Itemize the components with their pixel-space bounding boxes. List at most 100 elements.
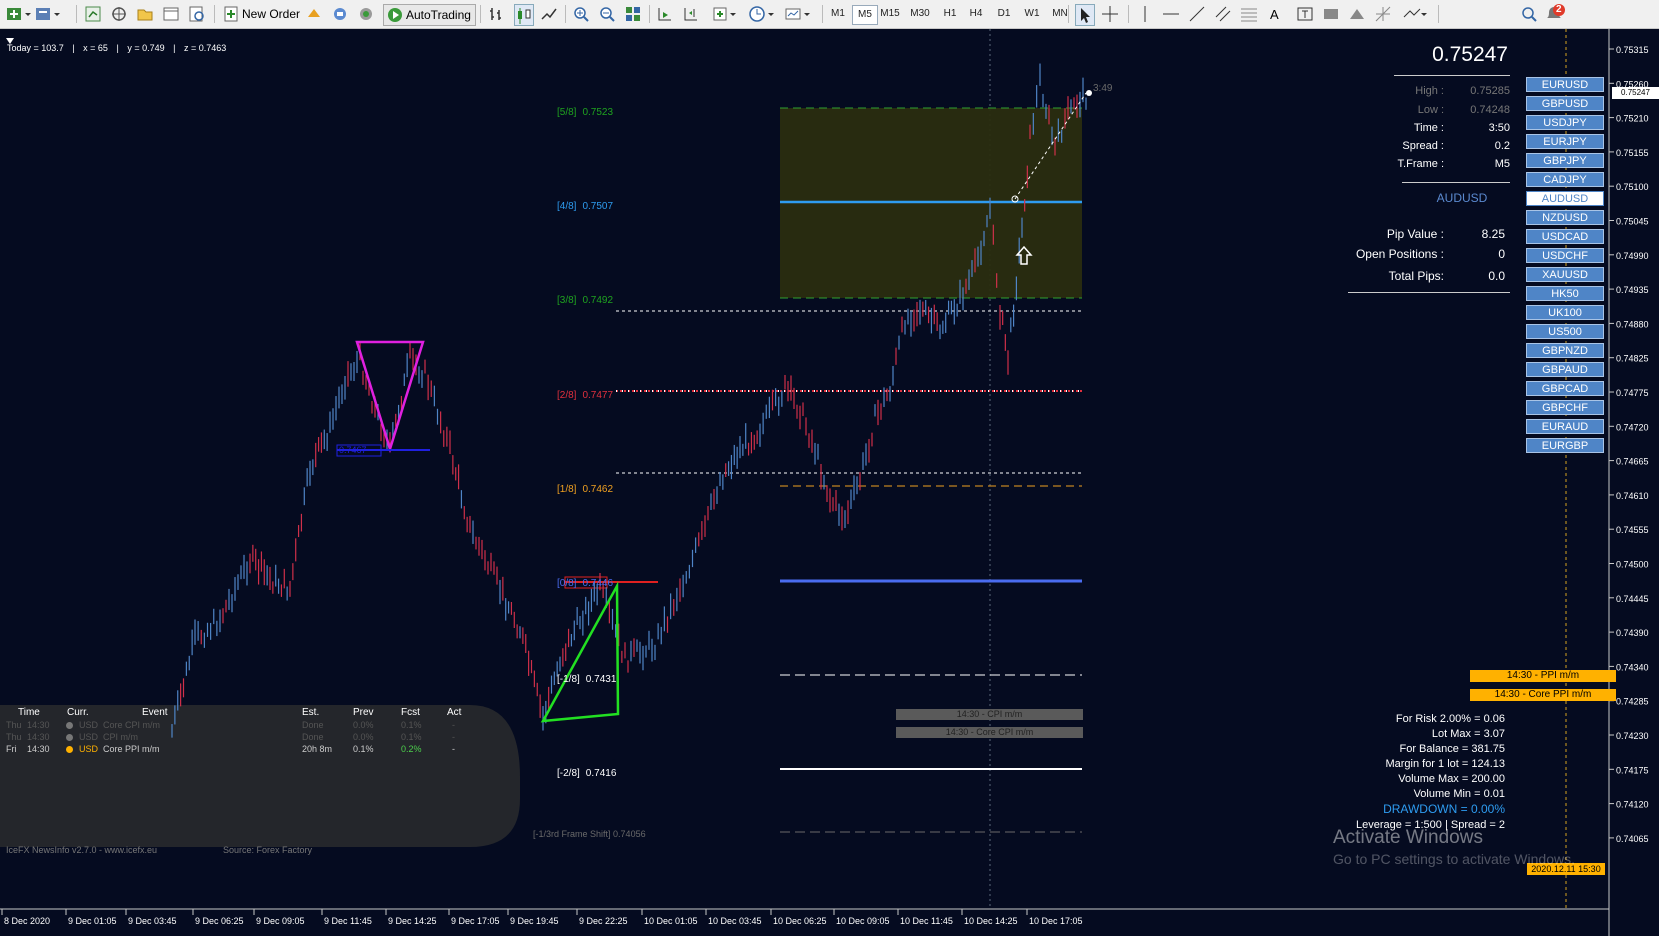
spread-value: 0.2 — [1494, 140, 1510, 152]
chart-window[interactable]: 0.75315 0.75260 0.75210 0.75155 0.75100 0.750… — [0, 29, 1659, 936]
data-window-icon[interactable] — [110, 4, 128, 24]
symbol-button-eurjpy[interactable]: EURJPY — [1526, 134, 1604, 149]
price-tick-label: 0.74825 — [1616, 354, 1649, 364]
channel-tool-icon[interactable] — [1214, 4, 1232, 24]
market-watch-icon[interactable] — [84, 4, 102, 24]
crosshair-z: z = 0.7463 — [183, 43, 227, 53]
bar-chart-icon[interactable] — [488, 4, 506, 24]
pitchfork-tool-icon[interactable] — [1374, 4, 1392, 24]
shapes-tool-icon[interactable] — [1322, 4, 1340, 24]
line-chart-icon[interactable] — [540, 4, 558, 24]
murrey-level-label: [3/8] — [557, 295, 577, 306]
tile-windows-icon[interactable] — [624, 4, 642, 24]
time-tick-label: 9 Dec 19:45 — [510, 916, 559, 926]
horizontal-line-tool-icon[interactable] — [1162, 4, 1180, 24]
symbol-button-gbpaud[interactable]: GBPAUD — [1526, 362, 1604, 377]
signals-icon[interactable] — [331, 4, 349, 24]
fibonacci-tool-icon[interactable] — [1240, 4, 1258, 24]
new-order-icon — [224, 6, 238, 22]
symbol-button-cadjpy[interactable]: CADJPY — [1526, 172, 1604, 187]
news-header-1: Curr. — [67, 707, 89, 718]
low-label: Low : — [1417, 104, 1444, 116]
symbol-button-gbpjpy[interactable]: GBPJPY — [1526, 153, 1604, 168]
murrey-level-value: 0.7431 — [585, 674, 617, 685]
new-chart-icon[interactable] — [6, 4, 32, 24]
news-header-2: Event — [142, 707, 168, 718]
symbol-button-usdjpy[interactable]: USDJPY — [1526, 115, 1604, 130]
crosshair-tool-icon[interactable] — [1101, 4, 1119, 24]
news-row-day: Fri — [6, 744, 17, 754]
timeframe-h4-button[interactable]: H4 — [964, 5, 988, 23]
zoom-out-icon[interactable] — [598, 4, 616, 24]
templates-icon[interactable] — [784, 4, 814, 24]
market-icon[interactable] — [357, 4, 375, 24]
time-tick-label: 10 Dec 03:45 — [708, 916, 762, 926]
candlestick-chart-icon[interactable] — [514, 4, 534, 26]
pattern-level-label: 0.7467 — [339, 445, 367, 455]
timeframe-d1-button[interactable]: D1 — [992, 5, 1016, 23]
new-order-button[interactable]: New Order — [222, 4, 300, 24]
news-row-time: 14:30 — [27, 744, 50, 754]
terminal-icon[interactable] — [162, 4, 180, 24]
pip-value-label: Pip Value : — [1386, 227, 1444, 241]
timeframe-w1-button[interactable]: W1 — [1020, 5, 1044, 23]
murrey-level-label: [-2/8] — [557, 768, 580, 779]
symbol-button-usdchf[interactable]: USDCHF — [1526, 248, 1604, 263]
text-tool-icon[interactable]: A — [1270, 4, 1279, 24]
symbol-button-eurusd[interactable]: EURUSD — [1526, 77, 1604, 92]
murrey-level-2: [3/8] 0.7492 — [557, 295, 613, 306]
periods-icon[interactable] — [748, 4, 778, 24]
time-tick-label: 10 Dec 17:05 — [1029, 916, 1083, 926]
symbol-button-euraud[interactable]: EURAUD — [1526, 419, 1604, 434]
crosshair-info: Today = 103.7 | x = 65 | y = 0.749 | z =… — [7, 43, 227, 53]
murrey-level-value: 0.7462 — [582, 484, 614, 495]
chart-shift-icon[interactable] — [682, 4, 700, 24]
symbol-button-audusd[interactable]: AUDUSD — [1526, 191, 1604, 206]
price-tick-label: 0.74390 — [1616, 628, 1649, 638]
search-icon[interactable] — [1520, 4, 1538, 24]
symbol-button-us500[interactable]: US500 — [1526, 324, 1604, 339]
cursor-tool-icon[interactable] — [1075, 4, 1095, 26]
notifications-icon[interactable]: 2 — [1544, 4, 1566, 24]
symbol-label: AUDUSD — [1436, 191, 1488, 205]
symbol-button-hk50[interactable]: HK50 — [1526, 286, 1604, 301]
murrey-level-label: [5/8] — [557, 107, 577, 118]
main-toolbar: New Order AutoTrading M1 M5 M15 M30 H1 H4 D1 W1… — [0, 0, 1659, 29]
symbol-button-eurgbp[interactable]: EURGBP — [1526, 438, 1604, 453]
symbol-button-xauusd[interactable]: XAUUSD — [1526, 267, 1604, 282]
zoom-in-icon[interactable] — [572, 4, 590, 24]
arrows-tool-icon[interactable] — [1348, 4, 1366, 24]
event-label-ppi: 14:30 - PPI m/m — [1470, 670, 1616, 682]
chart-menu-icon[interactable] — [6, 31, 14, 44]
symbol-button-uk100[interactable]: UK100 — [1526, 305, 1604, 320]
symbol-button-nzdusd[interactable]: NZDUSD — [1526, 210, 1604, 225]
timeframe-m5-button[interactable]: M5 — [852, 5, 878, 25]
murrey-level-5: [0/8] 0.7446 — [557, 578, 613, 589]
strategy-tester-icon[interactable] — [188, 4, 206, 24]
impact-dot-icon — [66, 734, 73, 741]
timeframe-m1-button[interactable]: M1 — [826, 5, 850, 23]
text-label-tool-icon[interactable] — [1296, 4, 1314, 24]
symbol-button-gbpnzd[interactable]: GBPNZD — [1526, 343, 1604, 358]
vertical-line-tool-icon[interactable] — [1136, 4, 1154, 24]
expert-advisors-icon[interactable] — [305, 4, 323, 24]
timeframe-m15-button[interactable]: M15 — [878, 5, 902, 23]
symbol-button-gbpcad[interactable]: GBPCAD — [1526, 381, 1604, 396]
timeframe-m30-button[interactable]: M30 — [908, 5, 932, 23]
news-row-curr: USD — [79, 720, 99, 730]
trendline-tool-icon[interactable] — [1188, 4, 1206, 24]
news-row-est: 20h 8m — [302, 744, 333, 754]
more-tools-icon[interactable] — [1402, 4, 1430, 24]
murrey-level-label: [-1/8] — [557, 674, 580, 685]
indicators-icon[interactable] — [712, 4, 742, 24]
timeframe-h1-button[interactable]: H1 — [938, 5, 962, 23]
profiles-icon[interactable] — [34, 4, 70, 24]
navigator-icon[interactable] — [136, 4, 154, 24]
murrey-level-4: [1/8] 0.7462 — [557, 484, 613, 495]
symbol-button-usdcad[interactable]: USDCAD — [1526, 229, 1604, 244]
autotrading-button[interactable]: AutoTrading — [383, 4, 476, 26]
symbol-button-gbpchf[interactable]: GBPCHF — [1526, 400, 1604, 415]
auto-scroll-icon[interactable] — [656, 4, 674, 24]
price-tick-label: 0.74990 — [1616, 251, 1649, 261]
symbol-button-gbpusd[interactable]: GBPUSD — [1526, 96, 1604, 111]
